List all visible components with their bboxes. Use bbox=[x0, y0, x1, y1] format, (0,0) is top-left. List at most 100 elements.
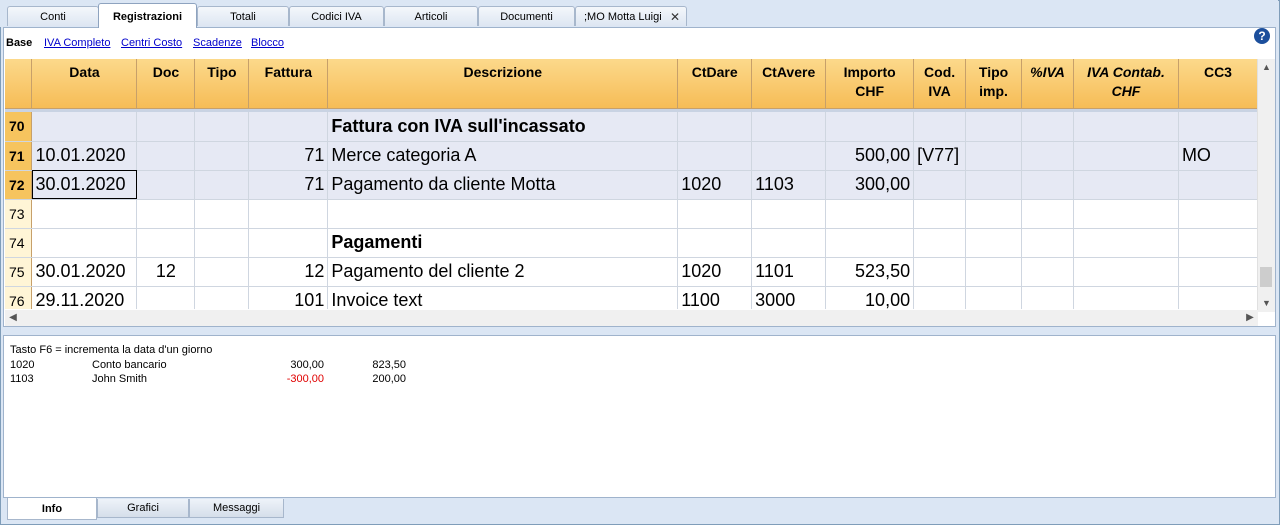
cell-ctdare[interactable]: 1100 bbox=[677, 286, 753, 309]
row-number[interactable]: 73 bbox=[5, 199, 33, 229]
col-fattura[interactable]: Fattura bbox=[248, 59, 329, 109]
cell-descrizione[interactable]: Invoice text bbox=[327, 286, 679, 309]
cell-fattura[interactable]: 71 bbox=[248, 170, 329, 200]
col-tipo-imp[interactable]: Tipo imp. bbox=[965, 59, 1023, 109]
col-percent-iva[interactable]: %IVA bbox=[1021, 59, 1075, 109]
col-cod-iva[interactable]: Cod. IVA bbox=[913, 59, 967, 109]
cell-ctdare[interactable] bbox=[677, 112, 753, 142]
cell-descrizione[interactable]: Pagamento del cliente 2 bbox=[327, 257, 679, 287]
table-row[interactable]: 71 10.01.2020 71 Merce categoria A 500,00 [V7… bbox=[5, 141, 1258, 171]
cell-data[interactable]: 30.01.2020 bbox=[31, 170, 138, 200]
cell-iva-contab[interactable] bbox=[1073, 199, 1179, 229]
cell-importo[interactable] bbox=[825, 112, 915, 142]
cell-tipo[interactable] bbox=[194, 257, 250, 287]
cell-descrizione[interactable]: Pagamento da cliente Motta bbox=[327, 170, 679, 200]
tab-documenti[interactable]: Documenti bbox=[478, 6, 575, 26]
cell-cc3[interactable] bbox=[1178, 286, 1258, 309]
tab-motta-luigi[interactable]: ;MO Motta Luigi ✕ bbox=[575, 6, 687, 26]
row-number[interactable]: 75 bbox=[5, 257, 33, 287]
cell-cod-iva[interactable] bbox=[913, 257, 967, 287]
cell-tipo-imp[interactable] bbox=[965, 141, 1023, 171]
tab-messaggi[interactable]: Messaggi bbox=[189, 499, 284, 518]
table-row[interactable]: 72 30.01.2020 71 Pagamento da cliente Motta… bbox=[5, 170, 1258, 200]
view-centri-costo[interactable]: Centri Costo bbox=[121, 28, 182, 58]
cell-fattura[interactable] bbox=[248, 228, 329, 258]
cell-cc3[interactable] bbox=[1178, 199, 1258, 229]
tab-registrazioni[interactable]: Registrazioni bbox=[98, 3, 197, 28]
col-ctavere[interactable]: CtAvere bbox=[751, 59, 827, 109]
cell-iva-contab[interactable] bbox=[1073, 170, 1179, 200]
cell-cc3[interactable] bbox=[1178, 112, 1258, 142]
cell-tipo[interactable] bbox=[194, 170, 250, 200]
cell-tipo-imp[interactable] bbox=[965, 170, 1023, 200]
cell-ctdare[interactable] bbox=[677, 199, 753, 229]
cell-tipo[interactable] bbox=[194, 286, 250, 309]
cell-ctavere[interactable]: 1101 bbox=[751, 257, 827, 287]
scroll-up-icon[interactable]: ▲ bbox=[1258, 59, 1275, 76]
cell-percent-iva[interactable] bbox=[1021, 199, 1075, 229]
cell-data[interactable] bbox=[31, 199, 138, 229]
cell-ctavere[interactable]: 1103 bbox=[751, 170, 827, 200]
scroll-right-icon[interactable]: ▶ bbox=[1242, 310, 1258, 326]
row-number[interactable]: 71 bbox=[5, 141, 33, 171]
table-row[interactable]: 73 bbox=[5, 199, 1258, 229]
cell-descrizione[interactable] bbox=[327, 199, 679, 229]
cell-descrizione[interactable]: Pagamenti bbox=[327, 228, 679, 258]
cell-iva-contab[interactable] bbox=[1073, 141, 1179, 171]
cell-doc[interactable]: 12 bbox=[136, 257, 196, 287]
cell-fattura[interactable] bbox=[248, 199, 329, 229]
vertical-scrollbar[interactable]: ▲ ▼ bbox=[1257, 59, 1275, 312]
col-ctdare[interactable]: CtDare bbox=[677, 59, 753, 109]
cell-doc[interactable] bbox=[136, 141, 196, 171]
cell-ctdare[interactable] bbox=[677, 141, 753, 171]
cell-importo[interactable]: 10,00 bbox=[825, 286, 915, 309]
row-number[interactable]: 72 bbox=[5, 170, 33, 200]
cell-tipo[interactable] bbox=[194, 141, 250, 171]
cell-percent-iva[interactable] bbox=[1021, 286, 1075, 309]
tab-articoli[interactable]: Articoli bbox=[384, 6, 478, 26]
col-descrizione[interactable]: Descrizione bbox=[327, 59, 679, 109]
cell-cc3[interactable]: MO bbox=[1178, 141, 1258, 171]
col-iva-contab[interactable]: IVA Contab. CHF bbox=[1073, 59, 1179, 109]
cell-data[interactable]: 29.11.2020 bbox=[31, 286, 138, 309]
table-row[interactable]: 74 Pagamenti bbox=[5, 228, 1258, 258]
help-icon[interactable]: ? bbox=[1254, 28, 1270, 44]
cell-percent-iva[interactable] bbox=[1021, 170, 1075, 200]
tab-codici-iva[interactable]: Codici IVA bbox=[289, 6, 384, 26]
cell-descrizione[interactable]: Fattura con IVA sull'incassato bbox=[327, 112, 679, 142]
cell-cod-iva[interactable] bbox=[913, 286, 967, 309]
cell-tipo-imp[interactable] bbox=[965, 228, 1023, 258]
cell-cod-iva[interactable] bbox=[913, 112, 967, 142]
cell-percent-iva[interactable] bbox=[1021, 228, 1075, 258]
col-data[interactable]: Data bbox=[31, 59, 138, 109]
cell-tipo[interactable] bbox=[194, 199, 250, 229]
cell-cod-iva[interactable] bbox=[913, 199, 967, 229]
cell-doc[interactable] bbox=[136, 286, 196, 309]
row-number[interactable]: 76 bbox=[5, 286, 33, 309]
cell-iva-contab[interactable] bbox=[1073, 228, 1179, 258]
cell-ctavere[interactable]: 3000 bbox=[751, 286, 827, 309]
cell-ctavere[interactable] bbox=[751, 112, 827, 142]
cell-fattura[interactable] bbox=[248, 112, 329, 142]
col-tipo[interactable]: Tipo bbox=[194, 59, 250, 109]
cell-data[interactable]: 30.01.2020 bbox=[31, 257, 138, 287]
cell-cc3[interactable] bbox=[1178, 257, 1258, 287]
close-icon[interactable]: ✕ bbox=[670, 7, 680, 27]
cell-descrizione[interactable]: Merce categoria A bbox=[327, 141, 679, 171]
col-importo[interactable]: Importo CHF bbox=[825, 59, 915, 109]
cell-cc3[interactable] bbox=[1178, 170, 1258, 200]
cell-doc[interactable] bbox=[136, 170, 196, 200]
tab-grafici[interactable]: Grafici bbox=[97, 499, 189, 518]
cell-tipo-imp[interactable] bbox=[965, 257, 1023, 287]
cell-ctavere[interactable] bbox=[751, 141, 827, 171]
cell-ctavere[interactable] bbox=[751, 199, 827, 229]
cell-fattura[interactable]: 12 bbox=[248, 257, 329, 287]
cell-data[interactable] bbox=[31, 228, 138, 258]
cell-cod-iva[interactable] bbox=[913, 228, 967, 258]
cell-importo[interactable]: 500,00 bbox=[825, 141, 915, 171]
cell-cod-iva[interactable]: [V77] bbox=[913, 141, 967, 171]
cell-iva-contab[interactable] bbox=[1073, 286, 1179, 309]
row-number[interactable]: 74 bbox=[5, 228, 33, 258]
view-base[interactable]: Base bbox=[6, 28, 32, 58]
cell-cc3[interactable] bbox=[1178, 228, 1258, 258]
